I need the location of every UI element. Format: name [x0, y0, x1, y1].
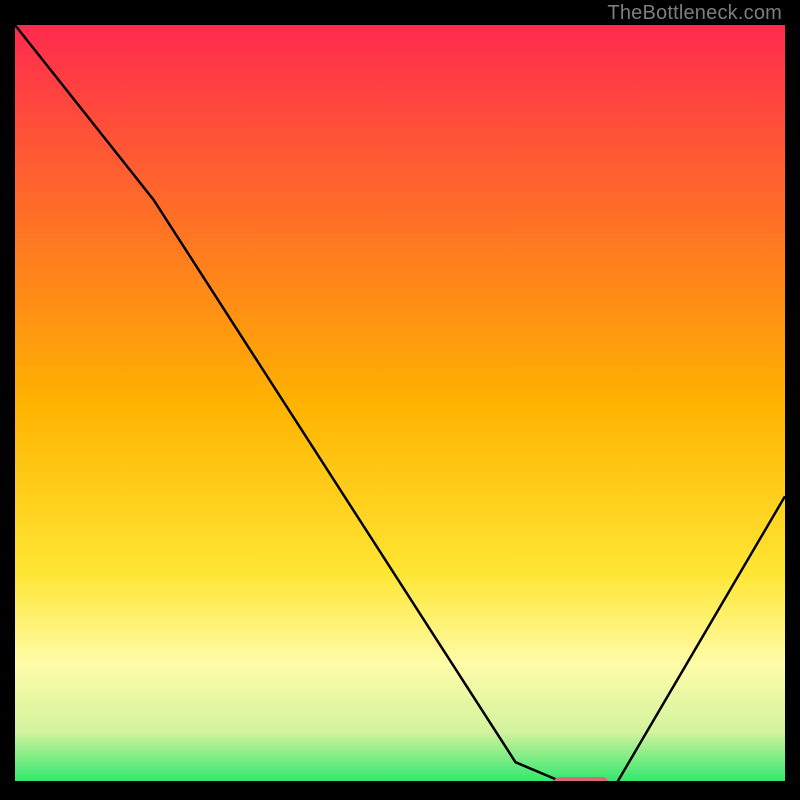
chart-frame [15, 25, 785, 785]
watermark-text: TheBottleneck.com [607, 2, 782, 25]
chart-background [15, 25, 785, 785]
bottleneck-chart [15, 25, 785, 785]
axis-bottom [15, 781, 785, 785]
